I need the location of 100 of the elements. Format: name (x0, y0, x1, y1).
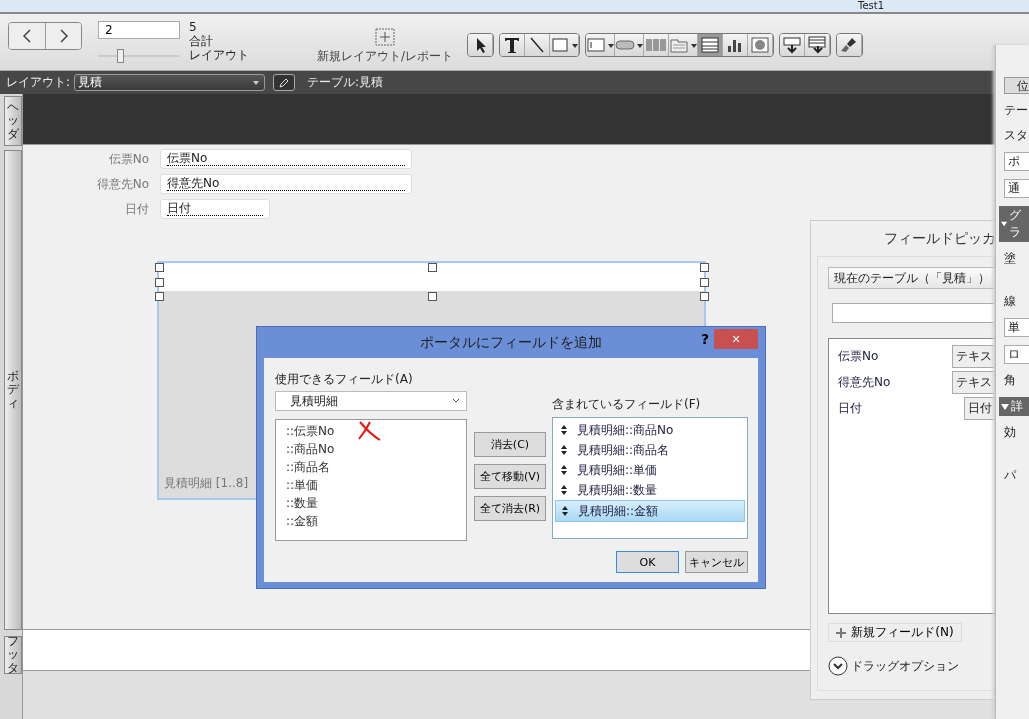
layout-dropdown[interactable]: 見積 (74, 74, 266, 91)
chart-tool[interactable] (723, 34, 749, 56)
buttonbar-tool[interactable] (644, 34, 670, 56)
cancel-button[interactable]: キャンセル (685, 551, 748, 573)
new-field-button[interactable]: 新規フィールド(N) (828, 623, 962, 642)
inspector-label: 塗 (1004, 250, 1016, 267)
part-tab[interactable]: ボディ (4, 150, 22, 630)
record-number-field[interactable]: 2 (98, 21, 180, 39)
field-tool[interactable] (586, 34, 616, 56)
dialog-button[interactable]: 全て移動(V) (474, 464, 546, 489)
inspector-label: スタ (1004, 127, 1028, 144)
insertportal-icon (807, 36, 828, 54)
record-total: 5 (189, 20, 198, 34)
new-layout-button[interactable]: 新規レイアウト/レポート (317, 28, 454, 65)
selection-handle[interactable] (427, 263, 437, 272)
edit-button[interactable] (273, 74, 296, 91)
portal-icon (700, 36, 721, 54)
chevron-circle-icon[interactable] (828, 656, 848, 676)
available-fields-label: 使用できるフィールド(A) (275, 371, 414, 388)
chevron-right-icon (58, 29, 69, 43)
field-type-dropdown[interactable]: テキス (952, 344, 996, 368)
part-tab[interactable]: ヘッダ (4, 96, 22, 146)
table-dropdown[interactable]: 見積明細 (275, 391, 467, 411)
layout-label: レイアウト: (6, 74, 71, 91)
list-item[interactable]: ::単価 (286, 476, 466, 494)
layout-field[interactable]: 得意先No (160, 174, 412, 194)
slider-thumb[interactable] (117, 49, 125, 63)
field-label: 得意先No (95, 175, 149, 193)
field-name[interactable]: 得意先No (838, 373, 891, 391)
table-label: テーブル:見積 (307, 74, 384, 91)
new-layout-icon (375, 28, 395, 46)
list-item[interactable]: ::数量 (286, 494, 466, 512)
section-header[interactable]: 詳 (999, 397, 1029, 416)
inspector-label: 線 (1004, 293, 1016, 310)
portal-tool[interactable] (698, 34, 724, 56)
reorder-icon (561, 445, 567, 455)
pointer-tool[interactable] (468, 34, 494, 56)
list-item[interactable]: 見積明細::商品No (555, 420, 745, 440)
triangle-icon (1001, 221, 1008, 227)
previous-button[interactable] (9, 23, 45, 49)
web-icon (750, 36, 771, 54)
portal-label: 見積明細 [1..8] (164, 475, 249, 492)
list-item[interactable]: 見積明細::金額 (555, 500, 745, 522)
inspector-label: 効 (1004, 424, 1016, 441)
inspector-field[interactable]: ポ (1004, 152, 1029, 171)
inspector-field[interactable]: ロ (1004, 345, 1029, 364)
list-item[interactable]: ::商品名 (286, 458, 466, 476)
rect-tool[interactable] (550, 34, 580, 56)
button-tool[interactable] (615, 34, 645, 56)
inspector-tab[interactable]: 位 (1004, 77, 1029, 94)
triangle-icon (1001, 403, 1009, 410)
part-tab[interactable]: フッタ (4, 636, 22, 674)
search-field[interactable] (832, 303, 996, 323)
list-item[interactable]: ::金額 (286, 512, 466, 530)
field-label: 伝票No (107, 150, 149, 168)
list-item[interactable]: ::伝票No (286, 422, 466, 440)
buttonbar-icon (646, 36, 667, 54)
window-title: Test1 (858, 0, 885, 11)
dialog-button[interactable]: 消去(C) (474, 432, 546, 457)
insertfield-tool[interactable] (780, 34, 806, 56)
tabs-icon (669, 36, 690, 54)
inspector-field[interactable]: 通 (1004, 179, 1029, 198)
selection-handle[interactable] (427, 292, 437, 301)
reorder-icon (561, 465, 567, 475)
pencil-icon (278, 76, 291, 89)
text-tool[interactable] (500, 34, 526, 56)
web-tool[interactable] (748, 34, 774, 56)
help-button[interactable]: ? (700, 331, 709, 347)
included-fields-label: 含まれているフィールド(F) (552, 396, 702, 413)
table-dropdown[interactable]: 現在のテーブル（「見積」） (828, 267, 996, 289)
brush-tool[interactable] (837, 34, 863, 56)
reorder-icon (562, 506, 568, 516)
inspector-field[interactable]: 単 (1004, 318, 1029, 337)
section-header[interactable]: グラ (999, 206, 1029, 242)
inspector-label: テー (1004, 102, 1028, 119)
field-icon (586, 36, 607, 54)
field-type-dropdown[interactable]: 日付 (964, 396, 996, 420)
tabs-tool[interactable] (669, 34, 699, 56)
layout-field[interactable]: 日付 (160, 199, 270, 219)
list-item[interactable]: 見積明細::数量 (555, 480, 745, 500)
list-item[interactable]: ::商品No (286, 440, 466, 458)
list-item[interactable]: 見積明細::単価 (555, 460, 745, 480)
field-name[interactable]: 伝票No (838, 347, 879, 365)
mode-label: レイアウト (189, 48, 249, 62)
dialog-button[interactable]: 全て消去(R) (474, 496, 546, 521)
drag-options-label[interactable]: ドラッグオプション (851, 657, 959, 675)
reorder-icon (561, 425, 567, 435)
inspector-label: 角 (1004, 372, 1016, 389)
line-tool[interactable] (525, 34, 551, 56)
insertportal-tool[interactable] (805, 34, 831, 56)
layout-field[interactable]: 伝票No (160, 149, 412, 169)
next-button[interactable] (45, 23, 81, 49)
list-item[interactable]: 見積明細::商品名 (555, 440, 745, 460)
chevron-down-icon (452, 398, 460, 404)
field-type-dropdown[interactable]: テキス (952, 370, 996, 394)
plus-icon (836, 627, 847, 638)
ok-button[interactable]: OK (616, 551, 679, 573)
field-name[interactable]: 日付 (838, 399, 862, 417)
close-button[interactable]: × (714, 329, 758, 349)
panel-title: フィールドピッカ (883, 230, 996, 248)
